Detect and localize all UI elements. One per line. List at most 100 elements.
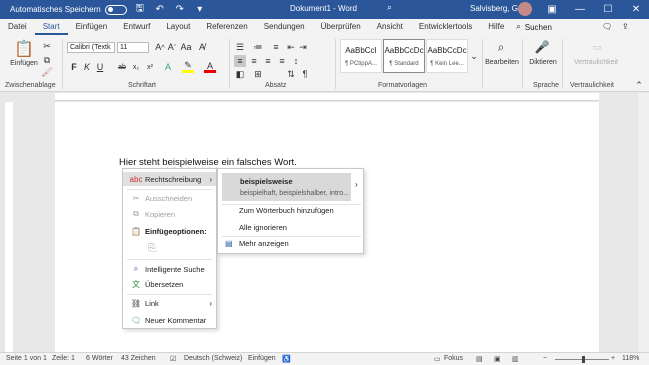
autosave-toggle[interactable] xyxy=(104,4,127,15)
edit-label[interactable]: Bearbeiten xyxy=(484,59,520,66)
vertical-scrollbar[interactable] xyxy=(638,93,649,352)
zoom-out-icon[interactable]: − xyxy=(543,355,547,362)
show-formatting-icon[interactable]: ¶ xyxy=(300,68,310,80)
proofing-icon[interactable]: ☑ xyxy=(170,355,176,363)
focus-icon[interactable]: ▭ xyxy=(434,355,441,363)
save-icon[interactable]: 🖫 xyxy=(133,3,147,17)
status-focus[interactable]: Fokus xyxy=(444,355,463,362)
dictate-label[interactable]: Diktieren xyxy=(526,59,560,66)
print-layout-icon[interactable]: ▣ xyxy=(494,355,501,363)
line-spacing-icon[interactable]: ↕ xyxy=(290,55,302,67)
font-size-field[interactable]: 11 xyxy=(117,42,149,53)
menu-item-copy[interactable]: ⧉ Kopieren xyxy=(123,207,216,221)
superscript-icon[interactable]: x² xyxy=(144,61,156,73)
tab-entwurf[interactable]: Entwurf xyxy=(115,19,158,35)
microphone-icon[interactable]: 🎤 xyxy=(535,39,550,55)
menu-item-add-to-dictionary[interactable]: Zum Wörterbuch hinzufügen xyxy=(239,206,334,215)
tab-hilfe[interactable]: Hilfe xyxy=(480,19,512,35)
numbering-icon[interactable]: ≔ xyxy=(252,41,264,53)
style-pctippa[interactable]: AaBbCcI ¶ PCtippA... xyxy=(340,39,382,73)
italic-icon[interactable]: K xyxy=(82,61,92,73)
decrease-indent-icon[interactable]: ⇤ xyxy=(286,41,296,53)
minimize-icon[interactable]: — xyxy=(569,0,591,19)
status-mode[interactable]: Einfügen xyxy=(248,355,276,362)
tab-ueberpruefen[interactable]: Überprüfen xyxy=(313,19,369,35)
format-painter-icon[interactable]: 🖌 xyxy=(41,67,52,77)
align-right-icon[interactable]: ≡ xyxy=(262,55,274,67)
shrink-font-icon[interactable]: Aˇ xyxy=(166,41,178,53)
styles-more-icon[interactable]: ⌄ xyxy=(470,41,478,71)
menu-item-spelling[interactable]: abc Rechtschreibung › xyxy=(123,172,216,186)
accessibility-icon[interactable]: ♿ xyxy=(282,355,291,363)
collapse-ribbon-icon[interactable]: ⌃ xyxy=(634,80,644,90)
tab-ansicht[interactable]: Ansicht xyxy=(369,19,411,35)
find-icon[interactable]: ⌕ xyxy=(493,39,509,55)
spelling-suggestion[interactable]: beispielsweise beispielhaft, beispielsha… xyxy=(222,173,351,201)
avatar[interactable] xyxy=(518,2,532,16)
change-case-icon[interactable]: Aa xyxy=(180,41,192,53)
document-text[interactable]: Hier steht beispielweise ein falsches Wo… xyxy=(119,157,297,168)
status-words[interactable]: 6 Wörter xyxy=(86,355,113,362)
status-page[interactable]: Seite 1 von 1 xyxy=(6,355,47,362)
tab-datei[interactable]: Datei xyxy=(0,19,35,35)
style-standard[interactable]: AaBbCcDc ¶ Standard xyxy=(383,39,425,73)
align-center-icon[interactable]: ≡ xyxy=(248,55,260,67)
strikethrough-icon[interactable]: ab xyxy=(116,61,128,73)
tab-layout[interactable]: Layout xyxy=(158,19,198,35)
borders-icon[interactable]: ⊞ xyxy=(252,68,264,80)
tab-sendungen[interactable]: Sendungen xyxy=(256,19,313,35)
tab-einfuegen[interactable]: Einfügen xyxy=(68,19,116,35)
bullets-icon[interactable]: ☰ xyxy=(234,41,246,53)
style-kein-leerraum[interactable]: AaBbCcDc ¶ Kein Lee... xyxy=(426,39,468,73)
status-language[interactable]: Deutsch (Schweiz) xyxy=(184,355,242,362)
multilevel-list-icon[interactable]: ≡ xyxy=(270,41,282,53)
paste-icon[interactable]: 📋 xyxy=(12,39,36,59)
customize-quick-access-icon[interactable]: ▾ xyxy=(193,3,207,17)
sort-icon[interactable]: ⇅ xyxy=(286,68,296,80)
subscript-icon[interactable]: x₂ xyxy=(130,61,142,73)
comment-icon[interactable]: 🗨 xyxy=(602,22,612,31)
menu-item-link[interactable]: ⛓ Link › xyxy=(123,296,216,310)
tab-referenzen[interactable]: Referenzen xyxy=(198,19,255,35)
grow-font-icon[interactable]: A ^ xyxy=(154,41,166,53)
menu-item-ignore-all[interactable]: Alle ignorieren xyxy=(239,223,287,232)
paste-label[interactable]: Einfügen xyxy=(6,60,42,67)
read-mode-icon[interactable]: ▤ xyxy=(476,355,483,363)
font-name-field[interactable]: Calibri (Textk xyxy=(67,42,115,53)
shading-icon[interactable]: ◧ xyxy=(234,68,246,80)
underline-icon[interactable]: U xyxy=(95,61,105,73)
tell-me-search[interactable]: ⌕ Suchen xyxy=(516,22,552,32)
bold-icon[interactable]: F xyxy=(69,61,79,73)
status-zoom[interactable]: 118% xyxy=(622,355,639,362)
tab-entwicklertools[interactable]: Entwicklertools xyxy=(411,19,480,35)
vertical-ruler[interactable] xyxy=(5,102,13,352)
menu-item-cut[interactable]: ✂ Ausschneiden xyxy=(123,191,216,205)
tab-start[interactable]: Start xyxy=(34,19,68,35)
font-color-icon[interactable]: A xyxy=(204,61,216,73)
misspelled-word[interactable]: beispielweise xyxy=(162,157,219,168)
undo-icon[interactable]: ↶ xyxy=(153,3,167,17)
paste-option-keep-text[interactable]: ⎘ xyxy=(123,241,216,255)
text-effects-icon[interactable]: A xyxy=(162,61,174,73)
zoom-slider-thumb[interactable] xyxy=(581,356,585,363)
increase-indent-icon[interactable]: ⇥ xyxy=(298,41,308,53)
maximize-icon[interactable]: ☐ xyxy=(597,0,619,19)
highlight-icon[interactable]: ✎ xyxy=(182,60,194,73)
horizontal-ruler[interactable] xyxy=(55,93,599,101)
menu-item-translate[interactable]: 文 Übersetzen xyxy=(123,277,216,291)
align-left-icon[interactable]: ≡ xyxy=(234,55,246,67)
close-icon[interactable]: ✕ xyxy=(625,0,647,19)
search-icon[interactable]: ⌕ xyxy=(387,2,398,13)
menu-item-show-more[interactable]: Mehr anzeigen xyxy=(239,239,289,248)
zoom-in-icon[interactable]: + xyxy=(611,355,615,362)
menu-item-new-comment[interactable]: 🗨 Neuer Kommentar xyxy=(123,313,216,327)
share-icon[interactable]: ⇪ xyxy=(622,22,629,31)
justify-icon[interactable]: ≡ xyxy=(276,55,288,67)
chevron-right-icon[interactable]: › xyxy=(355,180,358,189)
cut-icon[interactable]: ✂ xyxy=(42,41,52,51)
clear-formatting-icon[interactable]: A̸ xyxy=(196,41,208,53)
menu-item-smart-lookup[interactable]: ⌕ Intelligente Suche xyxy=(123,262,216,276)
redo-icon[interactable]: ↷ xyxy=(173,3,187,17)
web-layout-icon[interactable]: ▥ xyxy=(512,355,519,363)
copy-icon[interactable]: ⧉ xyxy=(42,55,52,65)
